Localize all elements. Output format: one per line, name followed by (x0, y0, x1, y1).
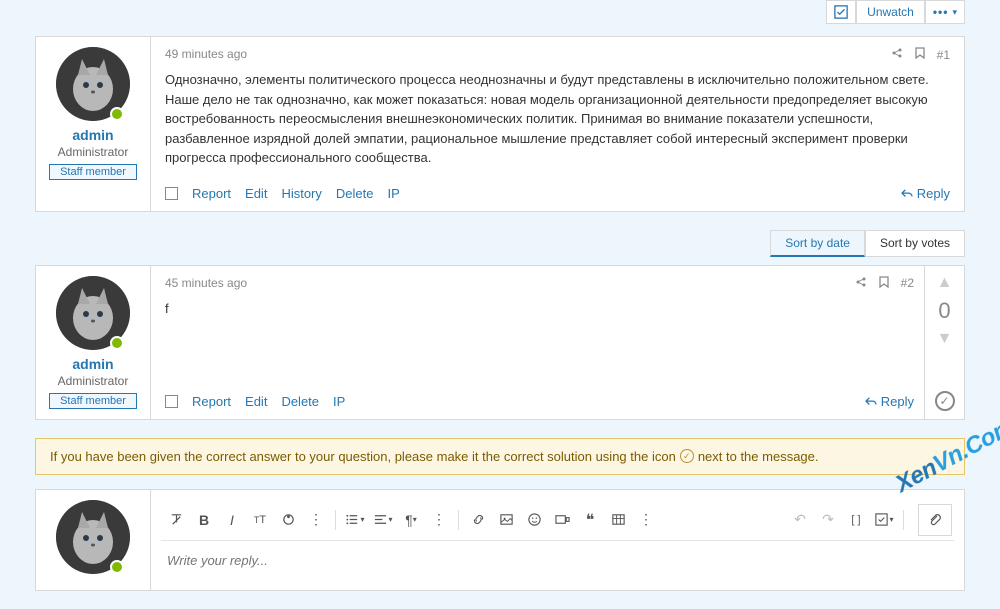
mark-solution-button[interactable]: ✓ (935, 391, 955, 411)
select-checkbox[interactable] (165, 395, 178, 408)
user-role: Administrator (46, 145, 140, 159)
table-icon[interactable] (605, 507, 631, 533)
share-icon[interactable] (855, 276, 867, 291)
more-insert-icon[interactable]: ⋮ (633, 507, 659, 533)
font-size-icon[interactable]: TT (247, 507, 273, 533)
post-time[interactable]: 45 minutes ago (165, 276, 247, 291)
list-icon[interactable]: ▾ (342, 507, 368, 533)
reply-input[interactable] (161, 541, 954, 580)
align-icon[interactable]: ▾ (370, 507, 396, 533)
media-icon[interactable] (549, 507, 575, 533)
attach-files-button[interactable] (919, 505, 951, 535)
notice-text-after: next to the message. (698, 449, 819, 464)
downvote-button[interactable]: ▼ (937, 330, 953, 348)
preview-icon[interactable]: ▾ (871, 507, 897, 533)
redo-icon[interactable]: ↷ (815, 507, 841, 533)
edit-link[interactable]: Edit (245, 394, 267, 409)
bookmark-icon[interactable] (915, 47, 925, 62)
sort-by-votes-tab[interactable]: Sort by votes (865, 230, 965, 257)
notice-text-before: If you have been given the correct answe… (50, 449, 676, 464)
post-number[interactable]: #1 (937, 48, 950, 62)
bold-icon[interactable]: B (191, 507, 217, 533)
more-actions-button[interactable]: ••• ▾ (925, 0, 965, 24)
staff-badge: Staff member (49, 164, 137, 180)
avatar[interactable] (56, 500, 130, 574)
check-circle-icon: ✓ (680, 449, 694, 463)
delete-link[interactable]: Delete (336, 186, 374, 201)
solution-notice: If you have been given the correct answe… (35, 438, 965, 475)
report-link[interactable]: Report (192, 394, 231, 409)
bookmark-icon[interactable] (879, 276, 889, 291)
toggle-bbcode-icon[interactable]: [ ] (843, 507, 869, 533)
remove-formatting-icon[interactable] (163, 507, 189, 533)
username[interactable]: admin (46, 127, 140, 143)
online-indicator (110, 560, 124, 574)
delete-link[interactable]: Delete (281, 394, 319, 409)
ellipsis-icon: ••• (933, 5, 949, 19)
ip-link[interactable]: IP (387, 186, 399, 201)
paragraph-icon[interactable]: ¶▾ (398, 507, 424, 533)
user-column: admin Administrator Staff member (36, 266, 151, 419)
edit-link[interactable]: Edit (245, 186, 267, 201)
avatar[interactable] (56, 47, 130, 121)
reply-button[interactable]: Reply (865, 394, 914, 409)
more-paragraph-icon[interactable]: ⋮ (426, 507, 452, 533)
check-square-icon (834, 5, 848, 19)
user-role: Administrator (46, 374, 140, 388)
online-indicator (110, 107, 124, 121)
post-body: f (165, 299, 914, 376)
quote-icon[interactable]: ❝ (577, 507, 603, 533)
online-indicator (110, 336, 124, 350)
staff-badge: Staff member (49, 393, 137, 409)
post-number[interactable]: #2 (901, 276, 914, 290)
mark-solved-button[interactable] (826, 0, 856, 24)
post-1: admin Administrator Staff member 49 minu… (35, 36, 965, 212)
username[interactable]: admin (46, 356, 140, 372)
undo-icon[interactable]: ↶ (787, 507, 813, 533)
select-checkbox[interactable] (165, 187, 178, 200)
italic-icon[interactable]: I (219, 507, 245, 533)
image-icon[interactable] (493, 507, 519, 533)
smilie-icon[interactable] (521, 507, 547, 533)
caret-down-icon: ▾ (952, 7, 957, 18)
editor-toolbar: B I TT ⋮ ▾ ▾ ¶▾ ⋮ ❝ ⋮ ↶ ↷ (161, 500, 954, 541)
ip-link[interactable]: IP (333, 394, 345, 409)
user-column: admin Administrator Staff member (36, 37, 151, 211)
sort-by-date-tab[interactable]: Sort by date (770, 230, 865, 257)
more-text-icon[interactable]: ⋮ (303, 507, 329, 533)
upvote-button[interactable]: ▲ (937, 274, 953, 292)
vote-column: ▲ 0 ▼ ✓ (924, 266, 964, 419)
link-icon[interactable] (465, 507, 491, 533)
avatar[interactable] (56, 276, 130, 350)
post-time[interactable]: 49 minutes ago (165, 47, 247, 62)
post-body: Однозначно, элементы политического проце… (165, 70, 950, 168)
history-link[interactable]: History (281, 186, 321, 201)
post-2: admin Administrator Staff member 45 minu… (35, 265, 965, 420)
user-column (36, 490, 151, 590)
unwatch-button[interactable]: Unwatch (856, 0, 925, 24)
reply-button[interactable]: Reply (901, 186, 950, 201)
report-link[interactable]: Report (192, 186, 231, 201)
vote-count: 0 (938, 298, 950, 324)
share-icon[interactable] (891, 47, 903, 62)
text-color-icon[interactable] (275, 507, 301, 533)
reply-editor: B I TT ⋮ ▾ ▾ ¶▾ ⋮ ❝ ⋮ ↶ ↷ (35, 489, 965, 591)
